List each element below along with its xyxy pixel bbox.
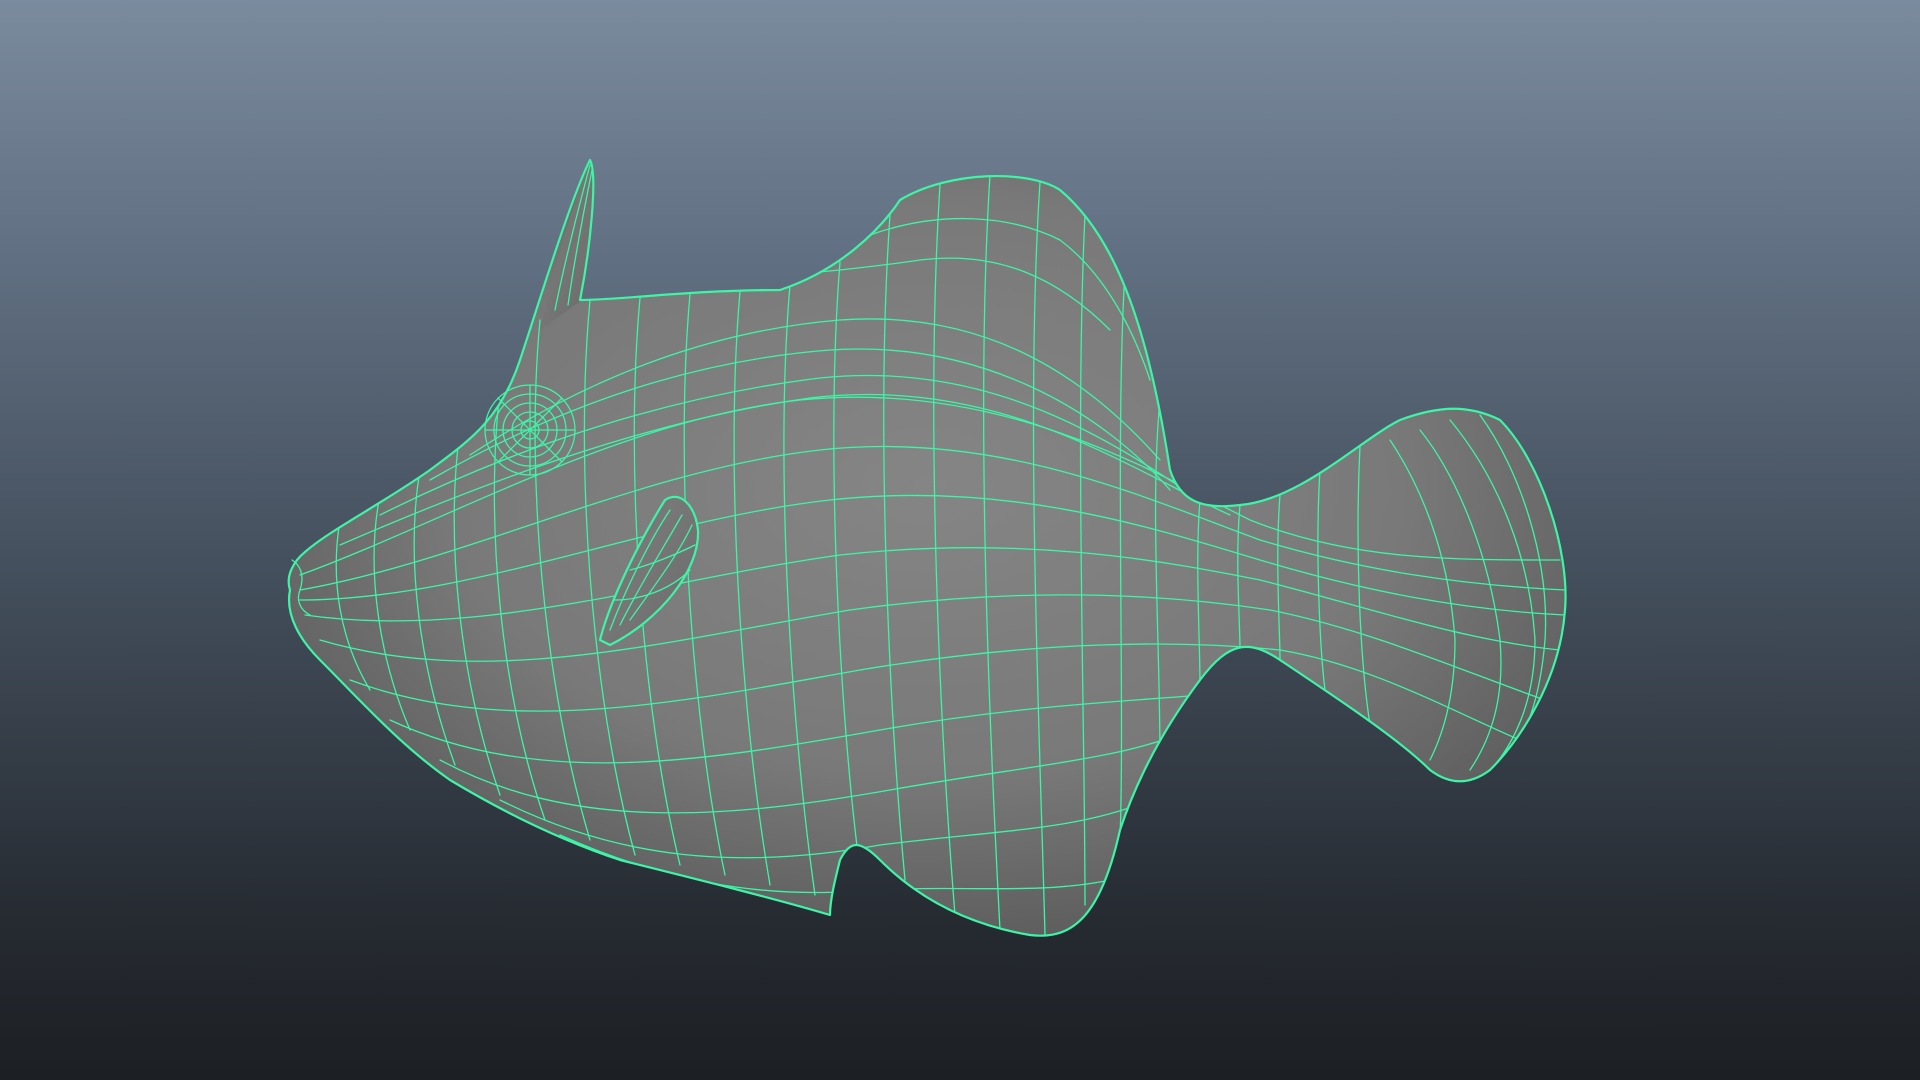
viewport-scene[interactable] <box>0 0 1920 1080</box>
eye[interactable] <box>484 384 576 476</box>
3d-viewport[interactable] <box>0 0 1920 1080</box>
fish-body-surface[interactable] <box>288 160 1566 936</box>
fish-model[interactable] <box>287 158 1567 937</box>
